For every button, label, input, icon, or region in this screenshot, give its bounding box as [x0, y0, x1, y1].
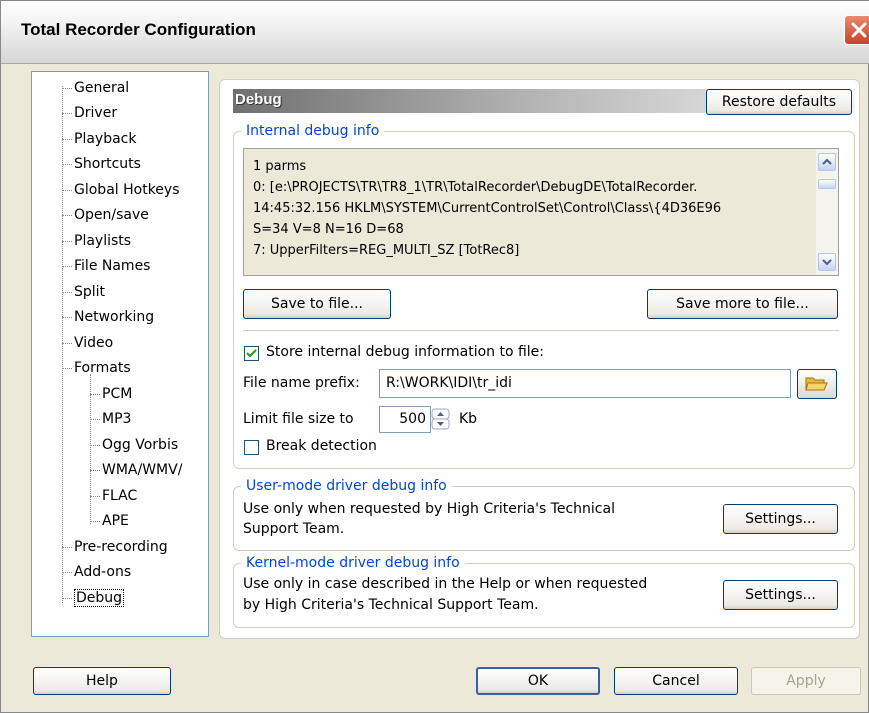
break-detection-label: Break detection	[266, 438, 377, 454]
user-mode-text-line1: Use only when requested by High Criteria…	[243, 501, 615, 517]
tree-item-playlists[interactable]: Playlists	[62, 231, 131, 251]
tree-item-label: Debug	[74, 589, 125, 607]
limit-size-unit: Kb	[459, 411, 478, 427]
tree-item-file-names[interactable]: File Names	[62, 256, 150, 276]
debug-line: 14:45:32.156 HKLM\SYSTEM\CurrentControlS…	[253, 201, 722, 216]
tree-item-label: Playlists	[74, 233, 132, 249]
configuration-window: Total Recorder Configuration General Dri…	[0, 0, 869, 713]
tree-item-driver[interactable]: Driver	[62, 103, 117, 123]
kernel-mode-text-line2: by High Criteria's Technical Support Tea…	[243, 597, 539, 613]
tree-item-label: PCM	[102, 386, 133, 402]
section-title: Debug	[235, 91, 282, 108]
settings-tree: General Driver Playback Shortcuts Global…	[31, 71, 209, 637]
debug-line: S=34 V=8 N=16 D=68	[253, 222, 404, 237]
limit-size-input[interactable]: 500	[379, 406, 431, 433]
tree-item-shortcuts[interactable]: Shortcuts	[62, 154, 141, 174]
tree-item-label: Shortcuts	[74, 156, 141, 172]
tree-item-label: Global Hotkeys	[74, 182, 180, 198]
store-debug-label: Store internal debug information to file…	[266, 344, 545, 360]
tree-item-label: FLAC	[102, 488, 138, 504]
tree-item-pcm[interactable]: PCM	[90, 384, 132, 404]
tree-item-pre-recording[interactable]: Pre-recording	[62, 537, 168, 557]
tree-item-label: Open/save	[74, 207, 149, 223]
apply-button[interactable]: Apply	[751, 667, 861, 695]
scroll-thumb[interactable]	[818, 179, 836, 189]
help-button[interactable]: Help	[33, 667, 171, 695]
user-mode-text-line2: Support Team.	[243, 521, 345, 537]
tree-item-label: Add-ons	[74, 564, 132, 580]
kernel-mode-settings-button[interactable]: Settings...	[723, 580, 838, 610]
separator	[243, 330, 839, 331]
save-to-file-button[interactable]: Save to file...	[243, 289, 391, 319]
internal-debug-group-title: Internal debug info	[241, 123, 385, 139]
tree-item-global-hotkeys[interactable]: Global Hotkeys	[62, 180, 180, 200]
tree-item-label: Split	[74, 284, 106, 300]
debug-log-box[interactable]: 1 parms 0: [e:\PROJECTS\TR\TR8_1\TR\Tota…	[243, 148, 839, 276]
tree-item-debug[interactable]: Debug	[62, 588, 125, 608]
tree-item-wma-wmv[interactable]: WMA/WMV/	[90, 460, 182, 480]
cancel-button[interactable]: Cancel	[614, 667, 738, 695]
tree-item-label: Playback	[74, 131, 137, 147]
tree-item-mp3[interactable]: MP3	[90, 409, 131, 429]
debug-scrollbar[interactable]	[816, 149, 838, 275]
tree-item-label: Ogg Vorbis	[102, 437, 179, 453]
ok-button[interactable]: OK	[476, 667, 600, 695]
tree-item-label: General	[74, 80, 130, 96]
tree-item-open-save[interactable]: Open/save	[62, 205, 149, 225]
file-prefix-input[interactable]: R:\WORK\IDI\tr_idi	[379, 369, 791, 398]
chevron-up-icon	[822, 158, 832, 165]
tree-item-ape[interactable]: APE	[90, 511, 129, 531]
tree-item-label: APE	[102, 513, 129, 529]
tree-item-video[interactable]: Video	[62, 333, 113, 353]
tree-item-label: MP3	[102, 411, 132, 427]
break-detection-checkbox[interactable]	[244, 440, 259, 455]
tree-item-label: Video	[74, 335, 114, 351]
restore-defaults-button[interactable]: Restore defaults	[706, 89, 852, 115]
user-mode-settings-button[interactable]: Settings...	[723, 504, 838, 534]
kernel-mode-text-line1: Use only in case described in the Help o…	[243, 576, 648, 592]
limit-size-label: Limit file size to	[243, 411, 354, 427]
browse-folder-button[interactable]	[797, 369, 837, 399]
user-mode-group-title: User-mode driver debug info	[241, 478, 452, 494]
tree-item-label: File Names	[74, 258, 151, 274]
debug-line: 7: UpperFilters=REG_MULTI_SZ [TotRec8]	[253, 243, 520, 258]
tree-item-label: Driver	[74, 105, 118, 121]
scroll-up-button[interactable]	[818, 153, 836, 171]
folder-icon	[805, 377, 828, 391]
tree-item-formats[interactable]: Formats	[62, 358, 131, 378]
save-more-to-file-button[interactable]: Save more to file...	[647, 289, 838, 319]
tree-item-ogg-vorbis[interactable]: Ogg Vorbis	[90, 435, 178, 455]
tree-item-networking[interactable]: Networking	[62, 307, 154, 327]
tree-item-playback[interactable]: Playback	[62, 129, 136, 149]
window-title: Total Recorder Configuration	[21, 20, 256, 39]
scroll-down-button[interactable]	[818, 253, 836, 271]
kernel-mode-group-title: Kernel-mode driver debug info	[241, 555, 465, 571]
tree-item-label: Pre-recording	[74, 539, 168, 555]
tree-item-label: Formats	[74, 360, 131, 376]
tree-item-split[interactable]: Split	[62, 282, 105, 302]
limit-size-spinner[interactable]	[431, 408, 450, 430]
debug-line: 0: [e:\PROJECTS\TR\TR8_1\TR\TotalRecorde…	[253, 180, 698, 195]
tree-item-general[interactable]: General	[62, 78, 129, 98]
check-icon	[246, 349, 257, 358]
tree-item-add-ons[interactable]: Add-ons	[62, 562, 131, 582]
close-icon	[851, 22, 867, 38]
title-bar[interactable]: Total Recorder Configuration	[1, 1, 869, 64]
spin-arrows-icon	[431, 408, 450, 430]
store-debug-checkbox[interactable]	[244, 346, 259, 361]
tree-item-label: Networking	[74, 309, 155, 325]
chevron-down-icon	[822, 259, 832, 266]
file-prefix-label: File name prefix:	[243, 375, 360, 391]
debug-line: 1 parms	[253, 159, 307, 174]
tree-item-label: WMA/WMV/	[102, 462, 183, 478]
tree-item-flac[interactable]: FLAC	[90, 486, 137, 506]
close-button[interactable]	[844, 15, 869, 45]
